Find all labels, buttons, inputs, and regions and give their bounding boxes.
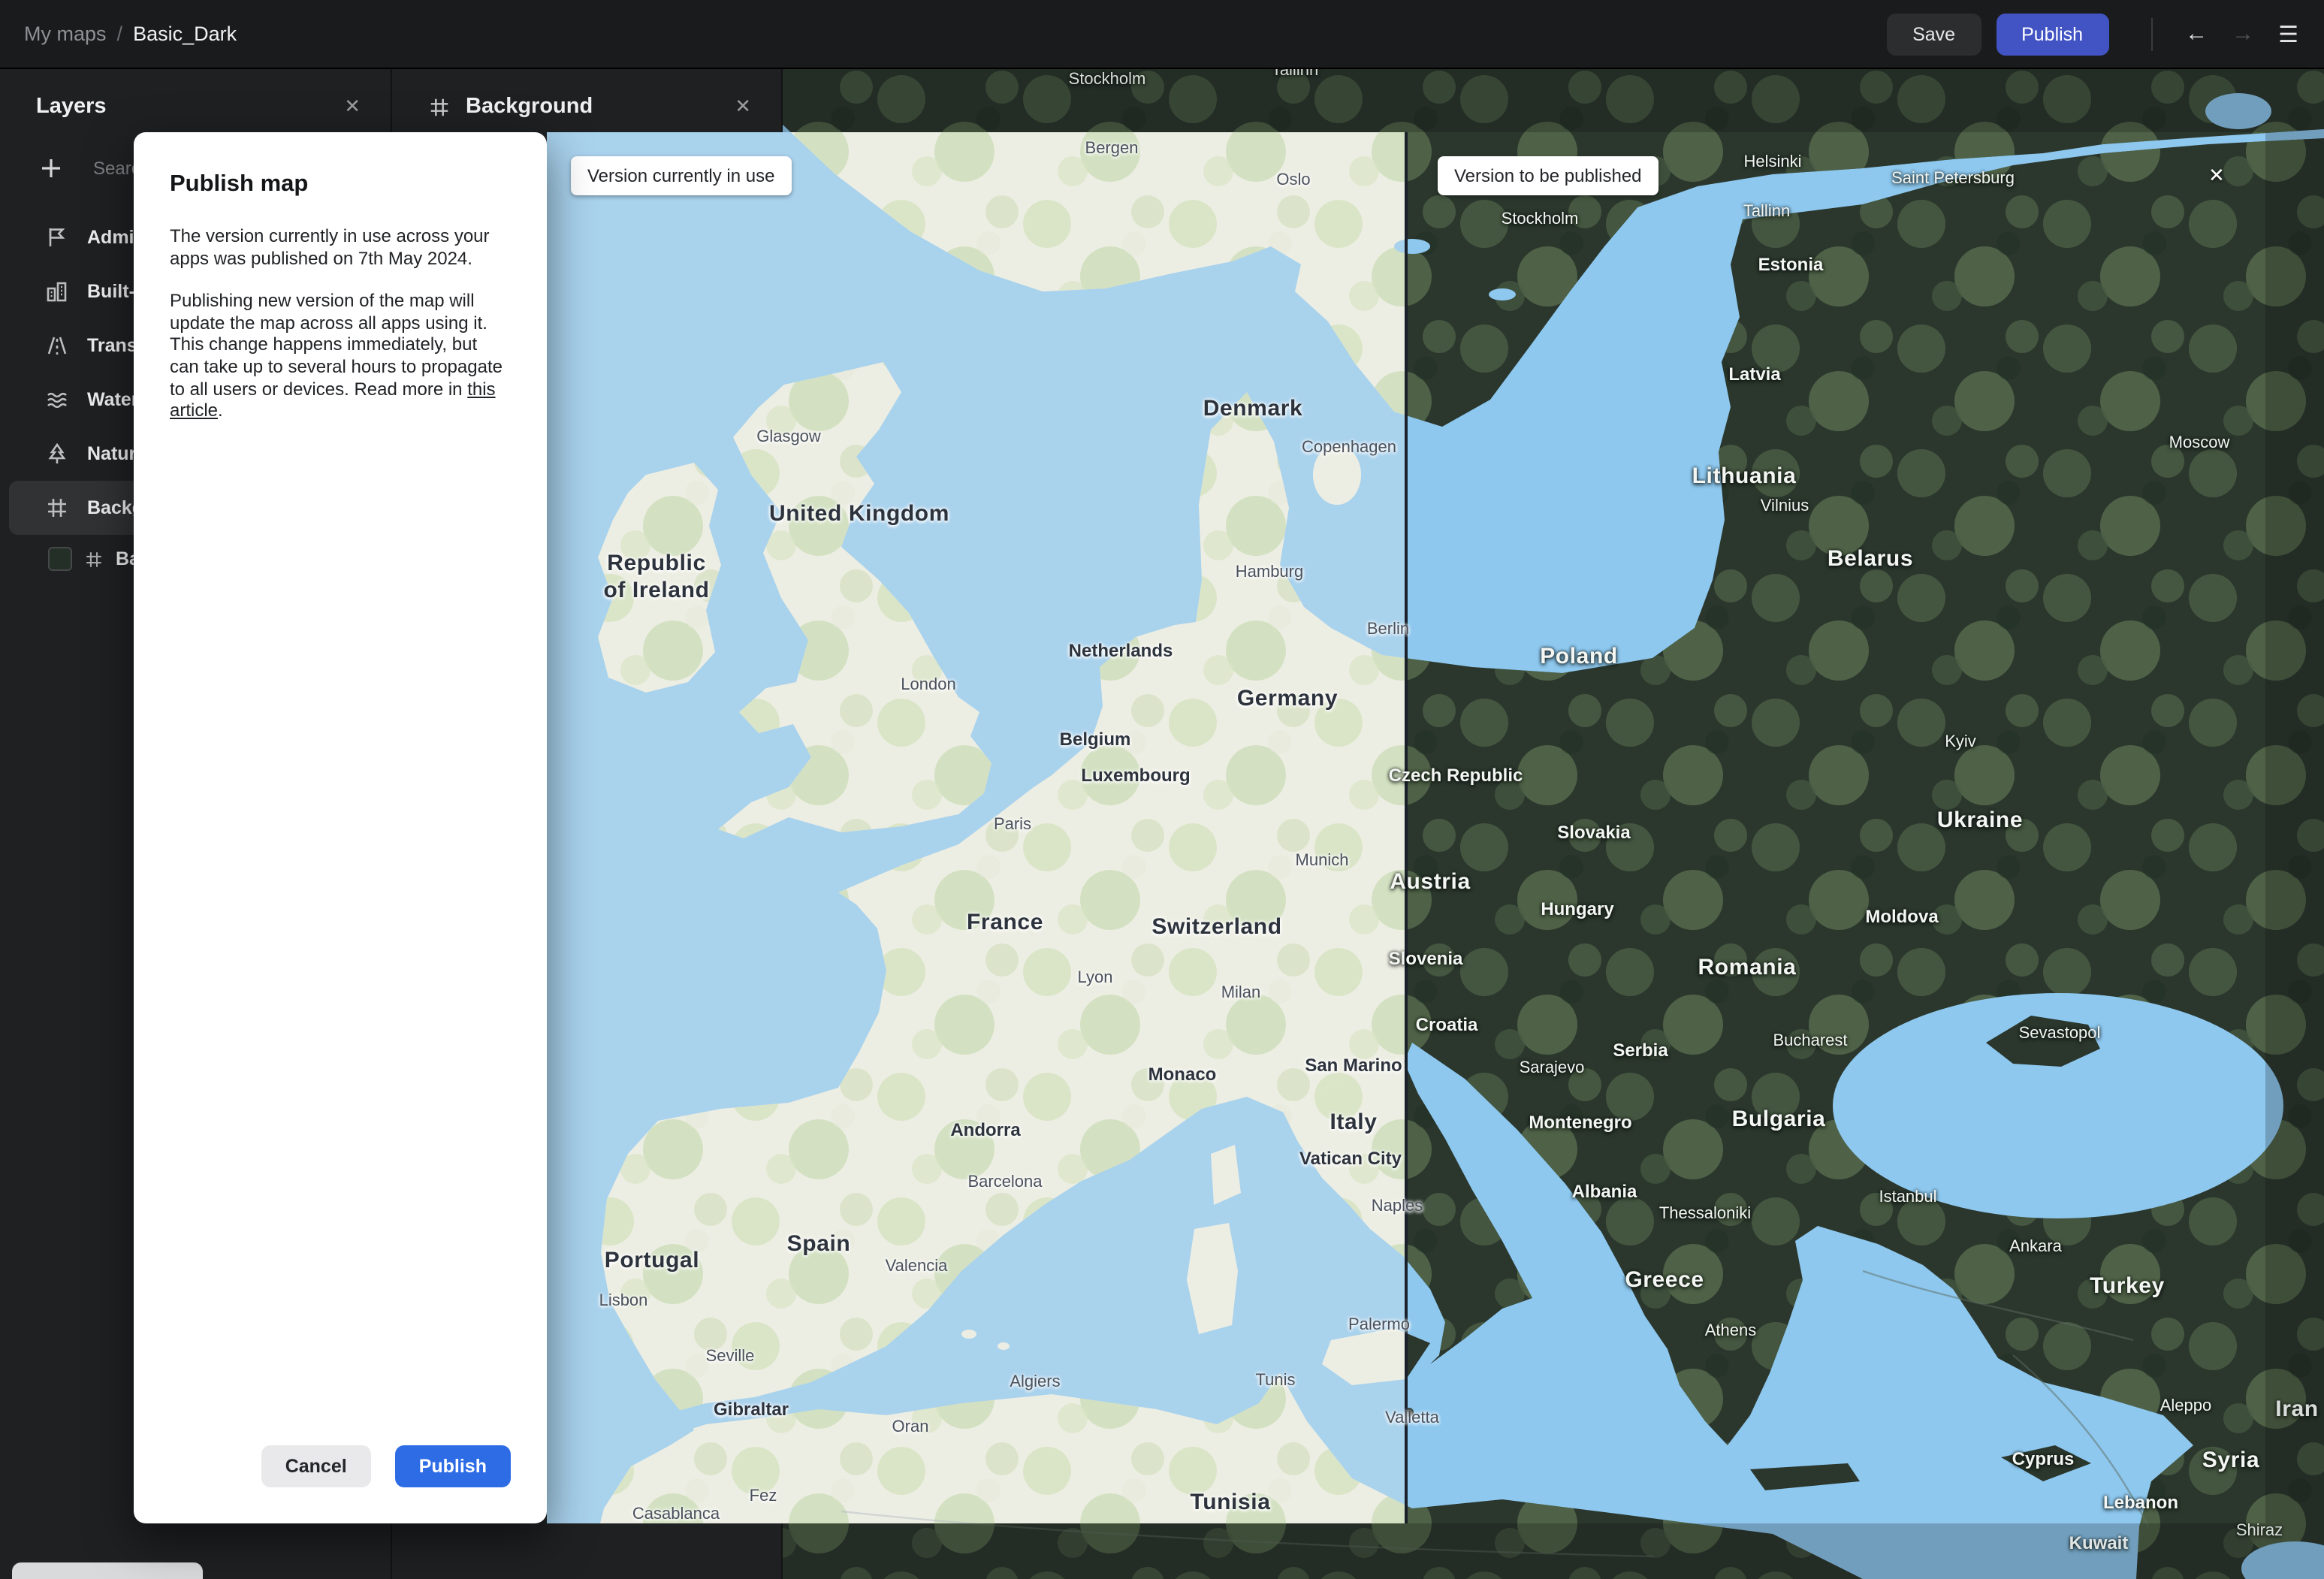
road-icon xyxy=(45,334,69,358)
map-pane-new-version[interactable] xyxy=(1406,132,2265,1523)
color-swatch[interactable] xyxy=(48,547,72,571)
add-layer-button[interactable] xyxy=(36,153,66,183)
breadcrumb-separator: / xyxy=(116,23,123,45)
version-published-badge: Version to be published xyxy=(1438,156,1658,195)
breadcrumb-my-maps[interactable]: My maps xyxy=(24,23,107,45)
version-current-badge: Version currently in use xyxy=(571,156,792,195)
compare-divider[interactable] xyxy=(1405,132,1408,1523)
tree-icon xyxy=(45,442,69,466)
close-icon[interactable]: ✕ xyxy=(2208,164,2225,188)
flag-icon xyxy=(45,225,69,249)
bottom-panel-handle[interactable] xyxy=(12,1562,203,1579)
buildings-icon xyxy=(45,279,69,303)
publish-map-dialog: Publish map The version currently in use… xyxy=(134,132,547,1523)
close-icon[interactable]: ✕ xyxy=(338,89,367,125)
breadcrumb-current-map: Basic_Dark xyxy=(133,23,237,45)
dialog-paragraph-2: Publishing new version of the map will u… xyxy=(170,290,511,421)
dialog-title: Publish map xyxy=(170,171,309,197)
breadcrumb: My maps / Basic_Dark xyxy=(24,23,237,45)
background-panel-title: Background xyxy=(466,95,593,119)
layers-panel-title: Layers xyxy=(36,95,107,119)
app-window: My maps / Basic_Dark Save Publish ← → ☰ … xyxy=(0,0,2324,1579)
topbar: My maps / Basic_Dark Save Publish ← → ☰ xyxy=(0,0,2324,69)
grid-icon xyxy=(428,95,451,118)
topbar-divider xyxy=(2150,17,2153,50)
map-pane-current-version[interactable] xyxy=(547,132,1406,1523)
cancel-button[interactable]: Cancel xyxy=(261,1445,371,1487)
dialog-paragraph-1: The version currently in use across your… xyxy=(170,225,490,269)
grid-icon xyxy=(84,549,104,569)
hamburger-menu-icon[interactable]: ☰ xyxy=(2278,20,2300,47)
publish-button[interactable]: Publish xyxy=(1996,13,2109,55)
save-button[interactable]: Save xyxy=(1887,13,1981,55)
dialog-publish-button[interactable]: Publish xyxy=(394,1445,511,1487)
dialog-paragraph-2-period: . xyxy=(218,400,223,421)
undo-arrow-icon[interactable]: ← xyxy=(2173,15,2220,53)
dialog-paragraph-2-text: Publishing new version of the map will u… xyxy=(170,290,503,400)
version-compare-view: Version currently in use Version to be p… xyxy=(547,132,2265,1523)
grid-icon xyxy=(45,496,69,520)
close-icon[interactable]: ✕ xyxy=(729,89,757,125)
redo-arrow-icon[interactable]: → xyxy=(2220,15,2266,53)
waves-icon xyxy=(45,388,69,412)
